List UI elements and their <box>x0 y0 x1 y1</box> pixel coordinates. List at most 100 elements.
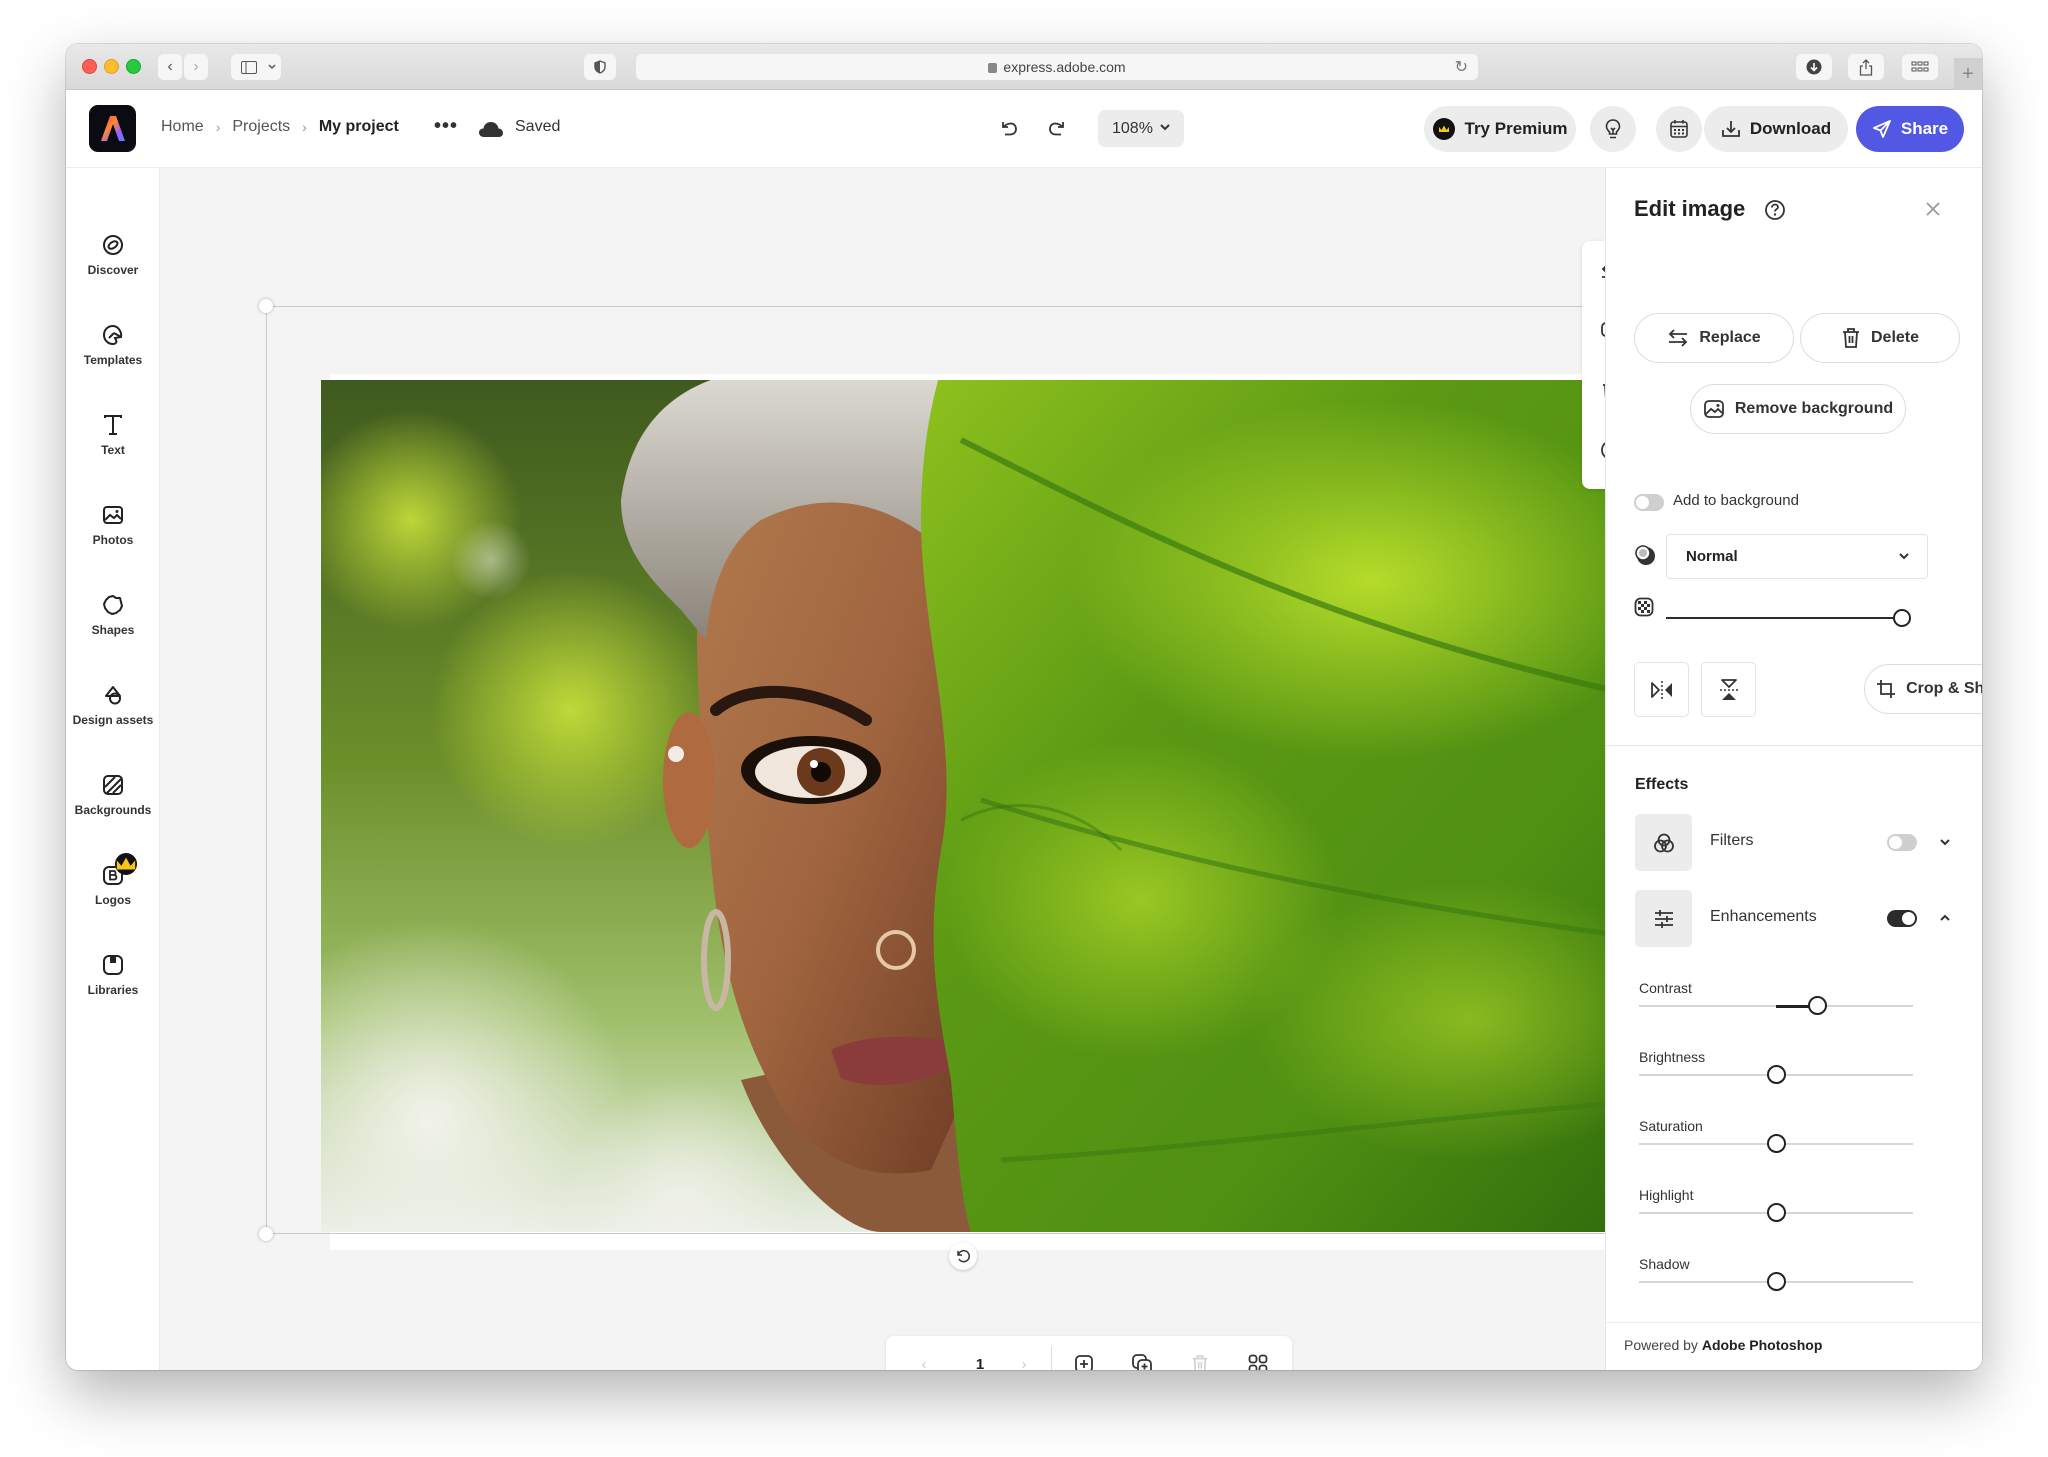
schedule-button[interactable] <box>1656 106 1702 152</box>
flip-horizontal-button[interactable] <box>1634 662 1689 717</box>
replace-button[interactable]: Replace <box>1634 313 1794 363</box>
brightness-slider-track[interactable] <box>1639 1065 1913 1084</box>
sidebar-item-label: Text <box>101 443 125 457</box>
resize-handle-bottom-left[interactable] <box>259 1227 273 1241</box>
sidebar-item-templates[interactable]: Templates <box>66 323 160 367</box>
breadcrumb-current-project[interactable]: My project <box>319 118 399 136</box>
browser-titlebar: ‹ › express.adobe.com ↻ + <box>66 44 1982 90</box>
close-window-button[interactable] <box>82 59 97 74</box>
share-label: Share <box>1900 119 1949 138</box>
address-bar[interactable]: express.adobe.com ↻ <box>636 54 1478 80</box>
rotate-handle[interactable] <box>949 1242 977 1270</box>
resize-handle-top-left[interactable] <box>259 299 273 313</box>
minimize-window-button[interactable] <box>104 59 119 74</box>
download-button[interactable]: Download <box>1704 106 1848 152</box>
sidebar-item-design-assets[interactable]: Design assets <box>66 683 160 727</box>
chevron-up-icon[interactable] <box>1938 911 1952 925</box>
grid-view-button[interactable] <box>1244 1350 1272 1370</box>
zoom-level-dropdown[interactable]: 108% <box>1098 110 1184 147</box>
more-options-button[interactable]: ••• <box>434 115 458 138</box>
shadow-slider-track[interactable] <box>1639 1272 1913 1291</box>
downloads-button[interactable] <box>1796 54 1832 80</box>
duplicate-page-button[interactable] <box>1128 1350 1156 1370</box>
crop-and-shape-label: Crop & Shape <box>1906 680 1982 697</box>
share-sheet-button[interactable] <box>1848 54 1884 80</box>
panel-title: Edit image <box>1634 196 1746 221</box>
new-tab-button[interactable]: + <box>1954 58 1982 90</box>
brightness-slider-thumb[interactable] <box>1766 1065 1786 1084</box>
help-icon[interactable] <box>1764 199 1786 221</box>
share-button[interactable]: Share <box>1856 106 1964 152</box>
sidebar-item-backgrounds[interactable]: Backgrounds <box>66 773 160 817</box>
cloud-icon <box>479 122 503 137</box>
flip-vertical-button[interactable] <box>1701 662 1756 717</box>
flip-vertical-icon <box>1719 678 1738 700</box>
enhancements-toggle[interactable] <box>1887 910 1917 927</box>
crop-and-shape-button[interactable]: Crop & Shape <box>1864 664 1982 714</box>
breadcrumb-home[interactable]: Home <box>161 118 204 136</box>
adobe-express-logo[interactable] <box>89 105 136 152</box>
delete-page-button[interactable] <box>1186 1350 1214 1370</box>
enhancements-thumbnail[interactable] <box>1635 890 1692 947</box>
sidebar-item-discover[interactable]: Discover <box>66 233 160 277</box>
back-button[interactable]: ‹ <box>158 54 182 80</box>
shadow-slider-thumb[interactable] <box>1766 1272 1786 1291</box>
enhancements-label: Enhancements <box>1710 908 1817 925</box>
text-icon <box>104 415 122 435</box>
sidebar-item-shapes[interactable]: Shapes <box>66 593 160 637</box>
reload-icon[interactable]: ↻ <box>1455 57 1468 77</box>
maximize-window-button[interactable] <box>126 59 141 74</box>
selection-frame[interactable] <box>266 306 1666 1234</box>
saturation-slider-track[interactable] <box>1639 1134 1913 1153</box>
sidebar-toggle-button[interactable] <box>231 54 281 80</box>
forward-button[interactable]: › <box>184 54 208 80</box>
delete-button[interactable]: Delete <box>1800 313 1960 363</box>
add-page-icon <box>1075 1355 1093 1370</box>
redo-button[interactable] <box>1043 115 1071 143</box>
breadcrumb-separator-icon: › <box>302 119 307 135</box>
filters-label: Filters <box>1710 832 1754 849</box>
opacity-slider-thumb[interactable] <box>1893 609 1911 627</box>
backgrounds-icon <box>103 775 123 795</box>
privacy-report-button[interactable] <box>584 54 616 80</box>
contrast-slider-thumb[interactable] <box>1807 996 1827 1015</box>
saturation-label: Saturation <box>1639 1118 1703 1134</box>
filters-toggle[interactable] <box>1887 834 1917 851</box>
remove-background-button[interactable]: Remove background <box>1690 384 1906 434</box>
tips-button[interactable] <box>1590 106 1636 152</box>
next-page-button[interactable]: › <box>1010 1350 1038 1371</box>
highlight-slider-track[interactable] <box>1639 1203 1913 1222</box>
chevron-right-icon: › <box>193 58 199 75</box>
filters-icon <box>1653 833 1674 852</box>
lock-icon <box>988 63 998 73</box>
send-icon <box>1872 120 1891 138</box>
tab-overview-button[interactable] <box>1902 54 1938 80</box>
chevron-left-icon: ‹ <box>167 58 173 75</box>
filters-thumbnail[interactable] <box>1635 814 1692 871</box>
highlight-slider-thumb[interactable] <box>1766 1203 1786 1222</box>
undo-button[interactable] <box>995 115 1023 143</box>
try-premium-button[interactable]: Try Premium <box>1424 106 1576 152</box>
save-status: Saved <box>515 118 561 135</box>
breadcrumb-projects[interactable]: Projects <box>232 118 290 136</box>
sidebar-item-photos[interactable]: Photos <box>66 503 160 547</box>
sidebar-item-logos[interactable]: Logos <box>66 853 160 907</box>
page-number: 1 <box>975 1355 985 1371</box>
previous-page-button[interactable]: ‹ <box>910 1350 938 1371</box>
close-icon[interactable] <box>1924 200 1942 218</box>
replace-icon <box>1669 329 1688 347</box>
blend-mode-dropdown[interactable]: Normal <box>1666 534 1928 579</box>
blend-mode-value: Normal <box>1686 548 1738 565</box>
chevron-down-icon[interactable] <box>1938 835 1952 849</box>
saturation-slider-thumb[interactable] <box>1766 1134 1786 1153</box>
flip-horizontal-icon <box>1650 680 1672 699</box>
breadcrumb: Home › Projects › My project <box>161 118 399 136</box>
contrast-slider-track[interactable] <box>1639 996 1913 1015</box>
sidebar-item-libraries[interactable]: Libraries <box>66 953 160 997</box>
url-text: express.adobe.com <box>1003 59 1126 75</box>
sidebar-item-text[interactable]: Text <box>66 413 160 457</box>
add-to-background-toggle[interactable] <box>1634 494 1664 511</box>
add-page-button[interactable] <box>1070 1350 1098 1370</box>
opacity-slider-track[interactable] <box>1666 617 1902 619</box>
toggle-knob <box>1902 912 1915 925</box>
